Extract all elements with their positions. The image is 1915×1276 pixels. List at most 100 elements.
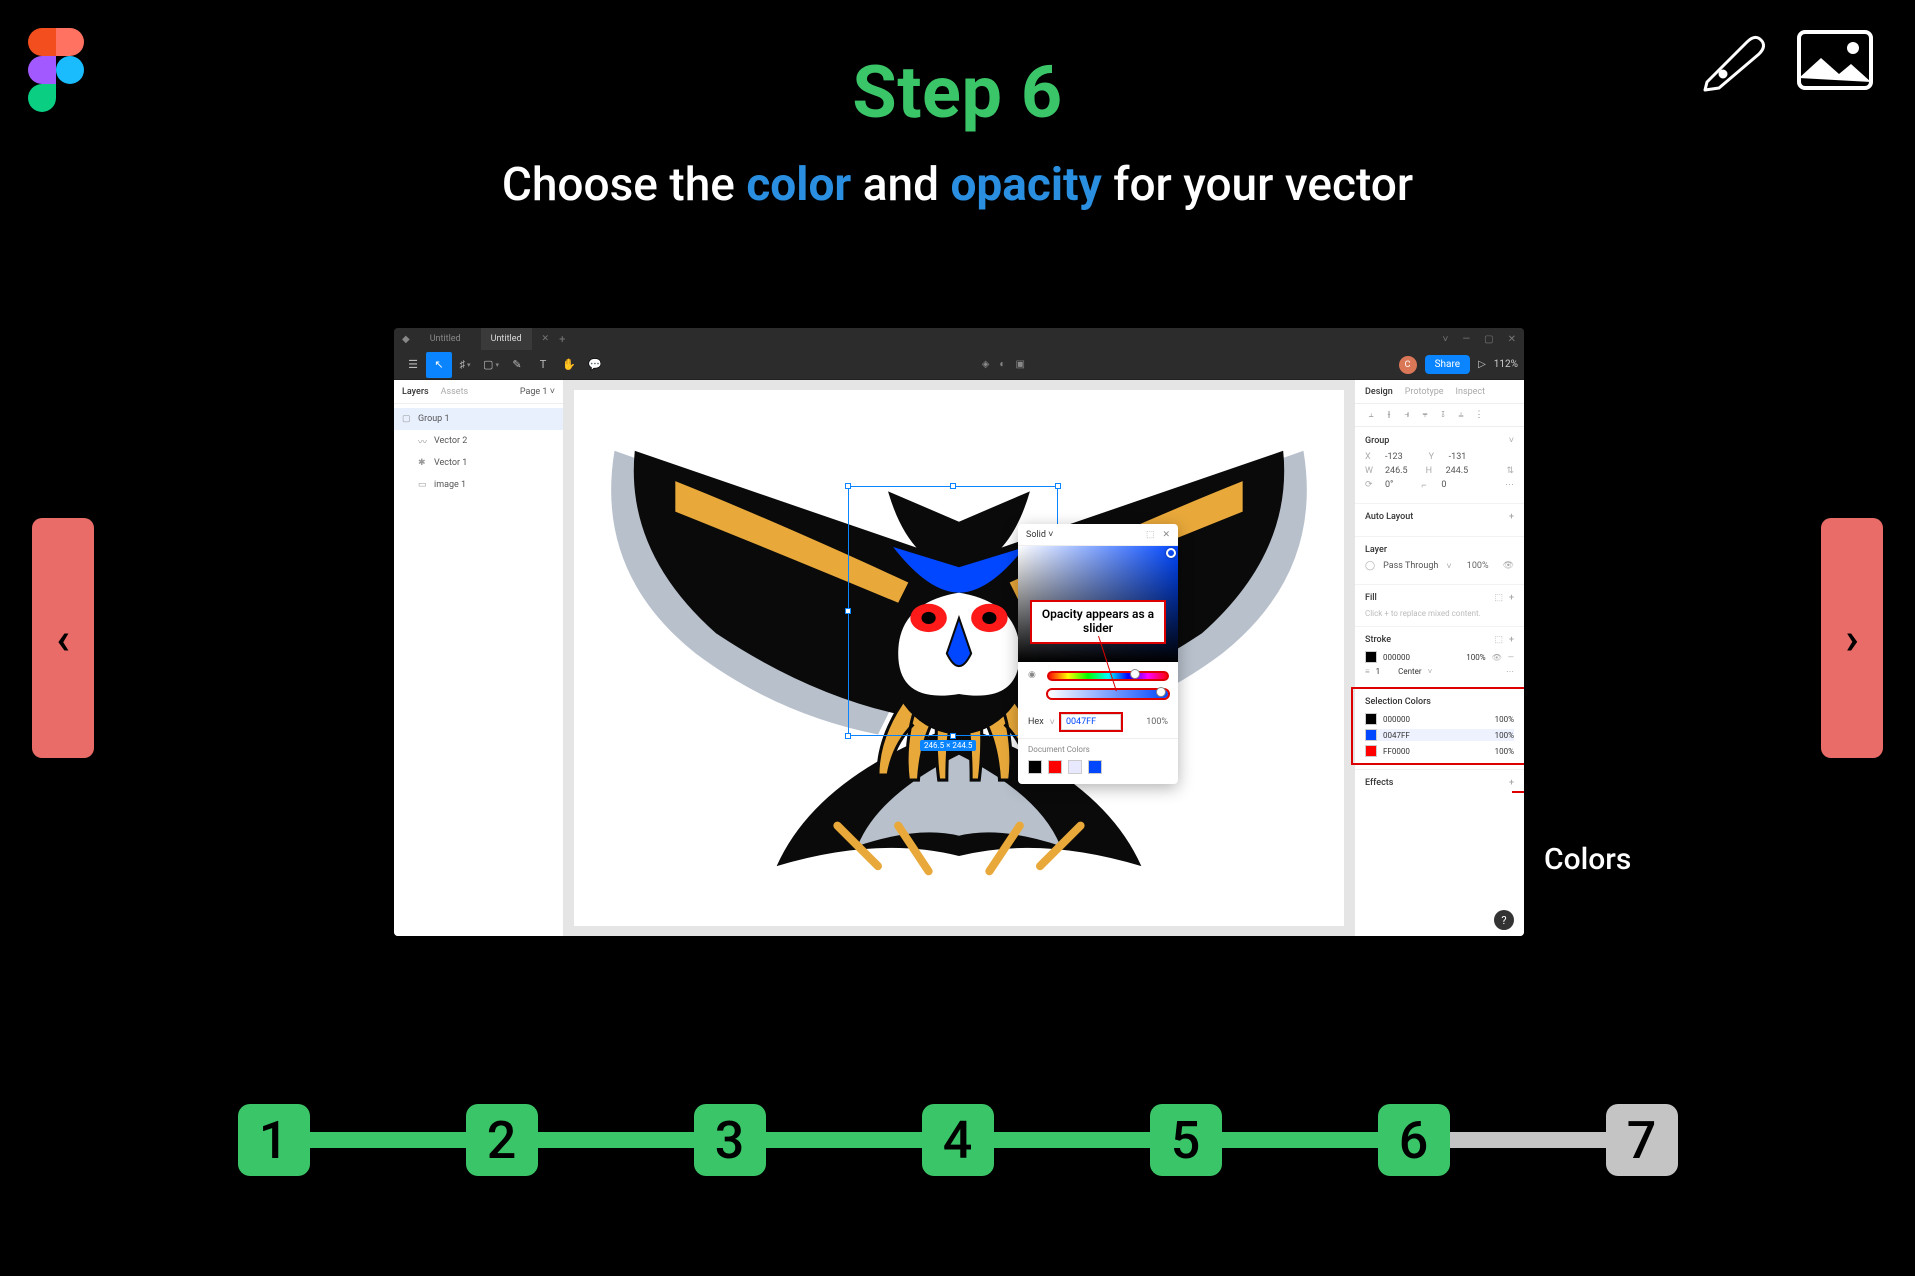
constrain-icon[interactable]: ⇅ <box>1506 466 1514 476</box>
stroke-hex[interactable]: 000000 <box>1383 653 1410 662</box>
picker-mode-label[interactable]: Solid ˅ <box>1026 529 1053 540</box>
x-value[interactable]: -123 <box>1385 452 1403 462</box>
new-tab-icon[interactable]: + <box>559 333 565 346</box>
stroke-weight[interactable]: 1 <box>1376 667 1381 676</box>
stroke-more-icon[interactable]: ⋯ <box>1506 667 1514 676</box>
figma-screenshot: ◆ Untitled Untitled ✕ + ˅ — ▢ ✕ ☰ ↖ ♯ ▢ … <box>394 328 1524 936</box>
step-node-7[interactable]: 7 <box>1606 1104 1678 1176</box>
add-effect-icon[interactable]: + <box>1509 778 1514 788</box>
hex-input[interactable]: 0047FF <box>1061 714 1121 730</box>
align-hcenter-icon[interactable]: ⫲ <box>1383 410 1395 420</box>
align-left-icon[interactable]: ⫠ <box>1365 410 1377 420</box>
main-menu-icon[interactable]: ☰ <box>400 352 426 378</box>
align-top-icon[interactable]: ⫧ <box>1419 410 1431 420</box>
picker-styles-icon[interactable]: ⬚ <box>1146 530 1155 540</box>
w-value[interactable]: 246.5 <box>1385 466 1408 476</box>
remove-stroke-icon[interactable]: — <box>1508 653 1514 662</box>
eyedropper-icon[interactable]: ◉ <box>1028 670 1040 682</box>
visibility-icon[interactable]: 👁 <box>1503 561 1514 572</box>
picker-cursor[interactable] <box>1166 548 1176 558</box>
pen-tool[interactable]: ✎ <box>504 352 530 378</box>
window-close-icon[interactable]: ✕ <box>1508 334 1516 345</box>
design-tab[interactable]: Design <box>1365 387 1393 397</box>
add-fill-icon[interactable]: + <box>1509 593 1514 603</box>
hand-tool[interactable]: ✋ <box>556 352 582 378</box>
layer-name: Vector 1 <box>434 458 467 468</box>
file-tab[interactable]: Untitled <box>420 328 471 350</box>
blend-mode[interactable]: Pass Through <box>1383 561 1438 572</box>
move-tool[interactable]: ↖ <box>426 352 452 378</box>
stroke-align[interactable]: Center <box>1398 667 1421 676</box>
add-autolayout-icon[interactable]: + <box>1509 512 1514 522</box>
step-node-4[interactable]: 4 <box>922 1104 994 1176</box>
step-node-2[interactable]: 2 <box>466 1104 538 1176</box>
step-node-1[interactable]: 1 <box>238 1104 310 1176</box>
figma-menu-icon[interactable]: ◆ <box>402 334 410 345</box>
layer-row[interactable]: 〰Vector 2 <box>394 430 563 452</box>
page-selector[interactable]: Page 1 ˅ <box>520 386 555 397</box>
corner-value[interactable]: 0 <box>1441 480 1446 491</box>
layers-tab[interactable]: Layers <box>402 387 429 397</box>
stroke-visibility-icon[interactable]: 👁 <box>1492 653 1502 662</box>
boolean-icon[interactable]: ▣ <box>1015 359 1024 370</box>
step-node-6[interactable]: 6 <box>1378 1104 1450 1176</box>
toolbar: ☰ ↖ ♯ ▢ ✎ T ✋ 💬 ◈ ◐ ▣ C Share ▷ 112% <box>394 350 1524 380</box>
picker-saturation-field[interactable]: Opacity appears as a slider <box>1018 546 1178 662</box>
prototype-tab[interactable]: Prototype <box>1405 387 1444 397</box>
doc-color-swatch[interactable] <box>1088 760 1102 774</box>
assets-tab[interactable]: Assets <box>441 387 469 397</box>
canvas[interactable]: 246.5 × 244.5 Solid ˅ ⬚ ✕ Opacity appear… <box>564 380 1354 936</box>
avatar[interactable]: C <box>1399 356 1417 374</box>
doc-color-swatch[interactable] <box>1068 760 1082 774</box>
step-node-5[interactable]: 5 <box>1150 1104 1222 1176</box>
doc-color-swatch[interactable] <box>1048 760 1062 774</box>
layer-row[interactable]: ▭image 1 <box>394 474 563 496</box>
more-icon[interactable]: ⋯ <box>1505 480 1514 491</box>
file-tab-active[interactable]: Untitled <box>481 328 532 350</box>
inspect-tab[interactable]: Inspect <box>1456 387 1486 397</box>
frame-tool[interactable]: ♯ <box>452 352 478 378</box>
h-value[interactable]: 244.5 <box>1446 466 1469 476</box>
rotation-value[interactable]: 0° <box>1385 480 1393 491</box>
close-tab-icon[interactable]: ✕ <box>542 334 550 344</box>
shape-tool[interactable]: ▢ <box>478 352 504 378</box>
stroke-pct[interactable]: 100% <box>1466 653 1485 662</box>
opacity-thumb[interactable] <box>1156 687 1166 697</box>
distribute-icon[interactable]: ⋮ <box>1473 410 1485 420</box>
comment-tool[interactable]: 💬 <box>582 352 608 378</box>
layer-type-icon: ▭ <box>418 480 428 490</box>
layer-type-icon: ▢ <box>402 414 412 424</box>
reset-icon[interactable]: ◈ <box>982 359 990 370</box>
stroke-styles-icon[interactable]: ⬚ <box>1494 635 1503 645</box>
layer-row[interactable]: ▢Group 1 <box>394 408 563 430</box>
align-tools[interactable]: ⫠ ⫲ ⫣ ⫧ ⫱ ⫨ ⋮ <box>1355 404 1524 427</box>
picker-close-icon[interactable]: ✕ <box>1162 530 1170 540</box>
next-button[interactable]: › <box>1821 518 1883 758</box>
present-icon[interactable]: ▷ <box>1478 359 1486 370</box>
opacity-slider[interactable] <box>1048 690 1168 698</box>
window-minimize-icon[interactable]: — <box>1462 334 1470 345</box>
hue-slider[interactable] <box>1048 672 1168 680</box>
y-value[interactable]: -131 <box>1449 452 1467 462</box>
layer-row[interactable]: ✱ Vector 1 <box>394 452 563 474</box>
fill-styles-icon[interactable]: ⬚ <box>1494 593 1503 603</box>
align-vcenter-icon[interactable]: ⫱ <box>1437 410 1449 420</box>
prev-button[interactable]: ‹ <box>32 518 94 758</box>
mask-icon[interactable]: ◐ <box>999 359 1005 370</box>
hue-thumb[interactable] <box>1130 669 1140 679</box>
stroke-swatch[interactable] <box>1365 651 1377 663</box>
align-bottom-icon[interactable]: ⫨ <box>1455 410 1467 420</box>
zoom-value[interactable]: 112% <box>1494 359 1518 370</box>
picker-opacity-value[interactable]: 100% <box>1146 717 1168 727</box>
window-maximize-icon[interactable]: ▢ <box>1484 334 1493 345</box>
help-icon[interactable]: ? <box>1494 910 1514 930</box>
window-chevron-icon[interactable]: ˅ <box>1443 334 1449 345</box>
doc-color-swatch[interactable] <box>1028 760 1042 774</box>
layer-type-icon: ✱ <box>418 458 428 468</box>
add-stroke-icon[interactable]: + <box>1509 635 1514 645</box>
text-tool[interactable]: T <box>530 352 556 378</box>
align-right-icon[interactable]: ⫣ <box>1401 410 1413 420</box>
step-node-3[interactable]: 3 <box>694 1104 766 1176</box>
layer-opacity[interactable]: 100% <box>1467 561 1489 572</box>
share-button[interactable]: Share <box>1425 355 1470 374</box>
